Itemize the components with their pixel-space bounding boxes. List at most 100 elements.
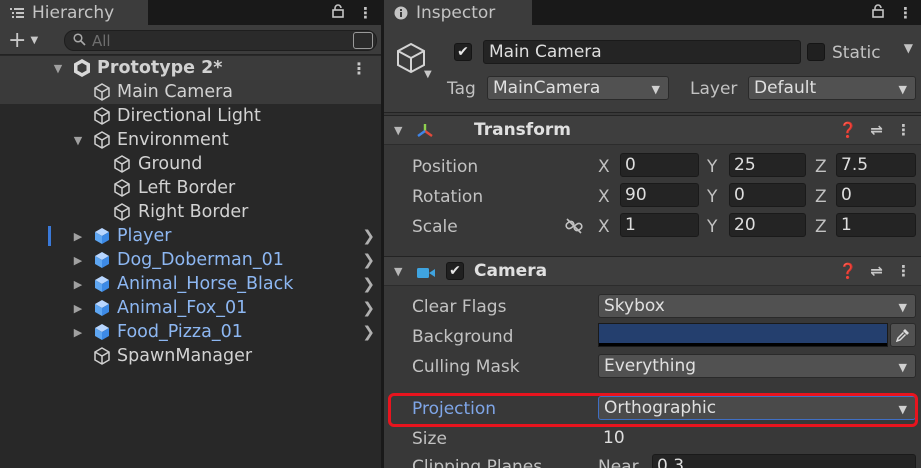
expand-arrow-icon[interactable]: ▼	[72, 134, 84, 147]
hierarchy-item-right-border[interactable]: Right Border	[0, 200, 381, 224]
inspector-panel: Inspector ⋮ ▼ ✔ Main Camera Static ▼ Tag…	[384, 0, 921, 468]
more-options-icon[interactable]: ⋮	[898, 4, 913, 22]
near-value: 0.3	[657, 456, 685, 468]
chevron-right-icon[interactable]: ❯	[362, 251, 375, 269]
static-label: Static	[832, 43, 881, 63]
camera-component-header[interactable]: ▼ ✔ Camera ❓ ⇌ ⋮	[384, 256, 921, 286]
position-z-field[interactable]: 7.5	[836, 153, 916, 177]
hierarchy-search-field[interactable]: All	[64, 30, 377, 51]
eyedropper-icon[interactable]	[890, 323, 916, 347]
hierarchy-item-dog-doberman[interactable]: ▶ Dog_Doberman_01 ❯	[0, 248, 381, 272]
hierarchy-item-environment[interactable]: ▼ Environment	[0, 128, 381, 152]
background-label: Background	[412, 327, 514, 347]
tag-value: MainCamera	[493, 78, 601, 98]
constrain-proportions-link-icon[interactable]	[564, 217, 584, 239]
create-button[interactable]: + ▼	[8, 28, 38, 53]
rotation-x-field[interactable]: 90	[620, 183, 699, 207]
help-icon[interactable]: ❓	[839, 262, 858, 280]
near-field[interactable]: 0.3	[652, 454, 916, 468]
scene-menu-icon[interactable]: ⋮	[351, 59, 367, 78]
axis-y-label: Y	[707, 217, 718, 237]
clear-flags-value: Skybox	[604, 296, 665, 316]
dropdown-arrow-icon: ▼	[898, 361, 907, 374]
active-checkbox[interactable]: ✔	[454, 43, 472, 61]
camera-enabled-checkbox[interactable]: ✔	[446, 262, 464, 280]
clear-flags-dropdown[interactable]: Skybox ▼	[598, 294, 916, 318]
rotation-z-field[interactable]: 0	[836, 183, 916, 207]
hierarchy-item-directional-light[interactable]: Directional Light	[0, 104, 381, 128]
chevron-right-icon[interactable]: ❯	[362, 227, 375, 245]
collapse-arrow-icon[interactable]: ▶	[72, 230, 84, 243]
rotation-y-field[interactable]: 0	[729, 183, 806, 207]
prefab-cube-icon	[92, 322, 112, 342]
hierarchy-item-left-border[interactable]: Left Border	[0, 176, 381, 200]
item-label: Dog_Doberman_01	[117, 250, 284, 270]
prefab-cube-icon	[92, 274, 112, 294]
axis-z-label: Z	[815, 187, 827, 207]
item-label: Animal_Fox_01	[117, 298, 248, 318]
hierarchy-item-animal-horse[interactable]: ▶ Animal_Horse_Black ❯	[0, 272, 381, 296]
lock-icon[interactable]	[872, 3, 884, 22]
scale-label: Scale	[412, 217, 458, 237]
hierarchy-item-food-pizza[interactable]: ▶ Food_Pizza_01 ❯	[0, 320, 381, 344]
item-label: Animal_Horse_Black	[117, 274, 294, 294]
background-color-swatch[interactable]	[598, 323, 888, 347]
object-name-field[interactable]: Main Camera	[483, 40, 801, 64]
info-icon	[394, 6, 408, 20]
scale-y-field[interactable]: 20	[729, 213, 806, 237]
transform-component-header[interactable]: ▼ Transform ❓ ⇌ ⋮	[384, 115, 921, 145]
presets-sliders-icon[interactable]: ⇌	[870, 262, 883, 280]
item-label: Food_Pizza_01	[117, 322, 243, 342]
prefab-cube-icon	[92, 250, 112, 270]
scale-z-field[interactable]: 1	[836, 213, 916, 237]
dropdown-arrow-icon: ▼	[898, 301, 907, 314]
chevron-right-icon[interactable]: ❯	[362, 275, 375, 293]
position-x-field[interactable]: 0	[620, 153, 699, 177]
near-label: Near	[598, 457, 639, 468]
fold-arrow-icon[interactable]: ▼	[394, 124, 402, 137]
inspector-tab[interactable]: Inspector	[384, 0, 532, 25]
component-menu-icon[interactable]: ⋮	[896, 121, 911, 139]
hierarchy-item-ground[interactable]: Ground	[0, 152, 381, 176]
hierarchy-panel: Hierarchy ⋮ + ▼ All ▼ Prototype 2* ⋮ Mai…	[0, 0, 381, 468]
culling-mask-dropdown[interactable]: Everything ▼	[598, 354, 916, 378]
lock-icon[interactable]	[332, 3, 344, 22]
tag-dropdown[interactable]: MainCamera ▼	[487, 76, 669, 100]
static-dropdown-arrow-icon[interactable]: ▼	[904, 41, 913, 55]
item-label: Left Border	[138, 178, 236, 198]
hierarchy-item-main-camera[interactable]: Main Camera	[0, 80, 381, 104]
hierarchy-item-animal-fox[interactable]: ▶ Animal_Fox_01 ❯	[0, 296, 381, 320]
search-options-icon[interactable]	[353, 32, 373, 49]
scale-x-field[interactable]: 1	[620, 213, 699, 237]
layer-dropdown[interactable]: Default ▼	[748, 76, 916, 100]
size-value: 10	[603, 428, 625, 448]
gameobject-cube-icon	[112, 202, 132, 222]
collapse-arrow-icon[interactable]: ▶	[72, 326, 84, 339]
hierarchy-tab[interactable]: Hierarchy	[0, 0, 148, 25]
hierarchy-item-spawn-manager[interactable]: SpawnManager	[0, 344, 381, 368]
scale-z-value: 1	[841, 215, 852, 235]
expand-arrow-icon[interactable]: ▼	[52, 62, 64, 75]
scene-row[interactable]: ▼ Prototype 2* ⋮	[0, 56, 381, 80]
gameobject-cube-icon[interactable]	[394, 41, 428, 75]
more-options-icon[interactable]: ⋮	[358, 4, 373, 22]
collapse-arrow-icon[interactable]: ▶	[72, 302, 84, 315]
chevron-right-icon[interactable]: ❯	[362, 299, 375, 317]
position-label: Position	[412, 157, 479, 177]
fold-arrow-icon[interactable]: ▼	[394, 265, 402, 278]
collapse-arrow-icon[interactable]: ▶	[72, 254, 84, 267]
chevron-right-icon[interactable]: ❯	[362, 323, 375, 341]
presets-sliders-icon[interactable]: ⇌	[870, 121, 883, 139]
collapse-arrow-icon[interactable]: ▶	[72, 278, 84, 291]
position-y-field[interactable]: 25	[729, 153, 806, 177]
scale-x-value: 1	[625, 215, 636, 235]
component-menu-icon[interactable]: ⋮	[896, 262, 911, 280]
size-label: Size	[412, 429, 447, 449]
clipping-planes-label: Clipping Planes	[412, 457, 543, 468]
static-checkbox[interactable]	[807, 43, 825, 61]
help-icon[interactable]: ❓	[839, 121, 858, 139]
axis-z-label: Z	[815, 217, 827, 237]
hierarchy-item-player[interactable]: ▶ Player ❯	[0, 224, 381, 248]
size-field[interactable]: 10	[598, 426, 916, 450]
rotation-z-value: 0	[841, 185, 852, 205]
